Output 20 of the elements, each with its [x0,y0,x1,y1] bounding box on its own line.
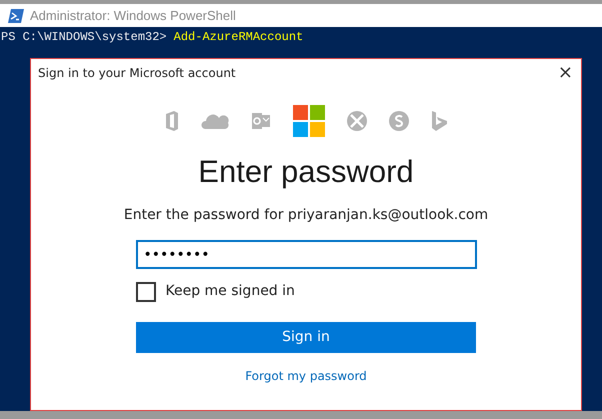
mail-icon [251,111,271,131]
circle-x-icon [347,111,367,131]
b-shape-icon [431,111,447,131]
sign-in-button[interactable]: Sign in [136,322,476,353]
password-field[interactable]: •••••••• [136,240,476,269]
close-button[interactable]: × [558,63,573,83]
instruction-text: Enter the password for priyaranjan.ks@outlook.com [124,206,488,225]
console-prompt: PS C:\WINDOWS\system32> [1,29,167,45]
checkbox-label: Keep me signed in [166,282,295,301]
s-circle-icon [389,111,409,131]
console-command: Add-AzureRMAccount [174,29,304,45]
office-icon [165,111,179,131]
dialog-title: Sign in to your Microsoft account [38,65,236,82]
checkbox[interactable] [136,282,156,302]
windows-logo-icon [293,105,325,137]
cloud-icon [201,113,229,129]
window-title: Administrator: Windows PowerShell [30,6,236,25]
terminal-icon [8,8,24,22]
forgot-password-link[interactable]: Forgot my password [245,367,367,385]
heading: Enter password [198,153,414,191]
